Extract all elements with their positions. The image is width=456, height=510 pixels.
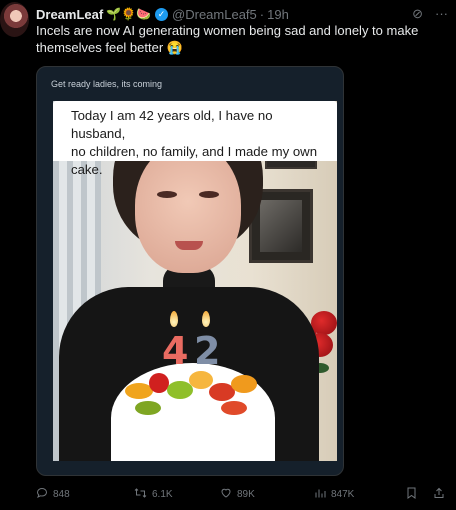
cake-image-detail [111, 363, 275, 461]
like-count: 89K [237, 488, 255, 500]
candle-flame-image-detail [170, 311, 178, 327]
verified-badge-icon: ✓ [155, 7, 169, 21]
candle-digit: 2 [194, 329, 221, 373]
heart-icon [220, 487, 232, 502]
image-text-overlay: Today I am 42 years old, I have no husba… [53, 101, 337, 177]
reply-count: 848 [53, 488, 70, 500]
author-name[interactable]: DreamLeaf [36, 7, 103, 22]
avatar[interactable] [0, 2, 29, 37]
bookmark-button[interactable] [406, 487, 417, 502]
separator: · [259, 6, 265, 22]
views-button[interactable]: 847K [314, 487, 354, 502]
like-button[interactable]: 89K [220, 487, 255, 502]
repost-icon [134, 487, 147, 502]
more-options-icon[interactable]: ··· [435, 6, 448, 22]
reply-button[interactable]: 848 [36, 487, 70, 502]
post-text: Incels are now AI generating women being… [36, 23, 419, 55]
author-handle[interactable]: @DreamLeaf5 [172, 7, 257, 22]
quoted-media-card[interactable]: Get ready ladies, its coming 4 2 Today I… [36, 66, 344, 476]
post-header: DreamLeaf 🌱🌻🍉 ✓ @DreamLeaf5 · 19h [36, 6, 456, 22]
share-button[interactable] [433, 487, 445, 502]
repost-button[interactable]: 6.1K [134, 487, 173, 502]
post-actions: 848 6.1K 89K 847K [36, 486, 450, 502]
repost-count: 6.1K [152, 488, 173, 500]
author-emojis: 🌱🌻🍉 [106, 7, 152, 21]
views-chart-icon [314, 487, 326, 502]
overlay-line: cake. [71, 162, 103, 177]
post-top-icons: ⊘ ··· [412, 6, 448, 22]
share-icon [433, 487, 445, 502]
candle-flame-image-detail [202, 311, 210, 327]
candle-digit: 4 [162, 329, 189, 373]
overlay-line: no children, no family, and I made my ow… [71, 144, 318, 159]
post-time[interactable]: 19h [267, 7, 289, 22]
bookmark-icon [406, 487, 417, 502]
card-caption: Get ready ladies, its coming [51, 79, 163, 89]
overlay-line: Today I am 42 years old, I have no husba… [71, 108, 273, 141]
view-count: 847K [331, 488, 355, 500]
grok-icon[interactable]: ⊘ [412, 6, 423, 22]
reply-icon [36, 487, 48, 502]
